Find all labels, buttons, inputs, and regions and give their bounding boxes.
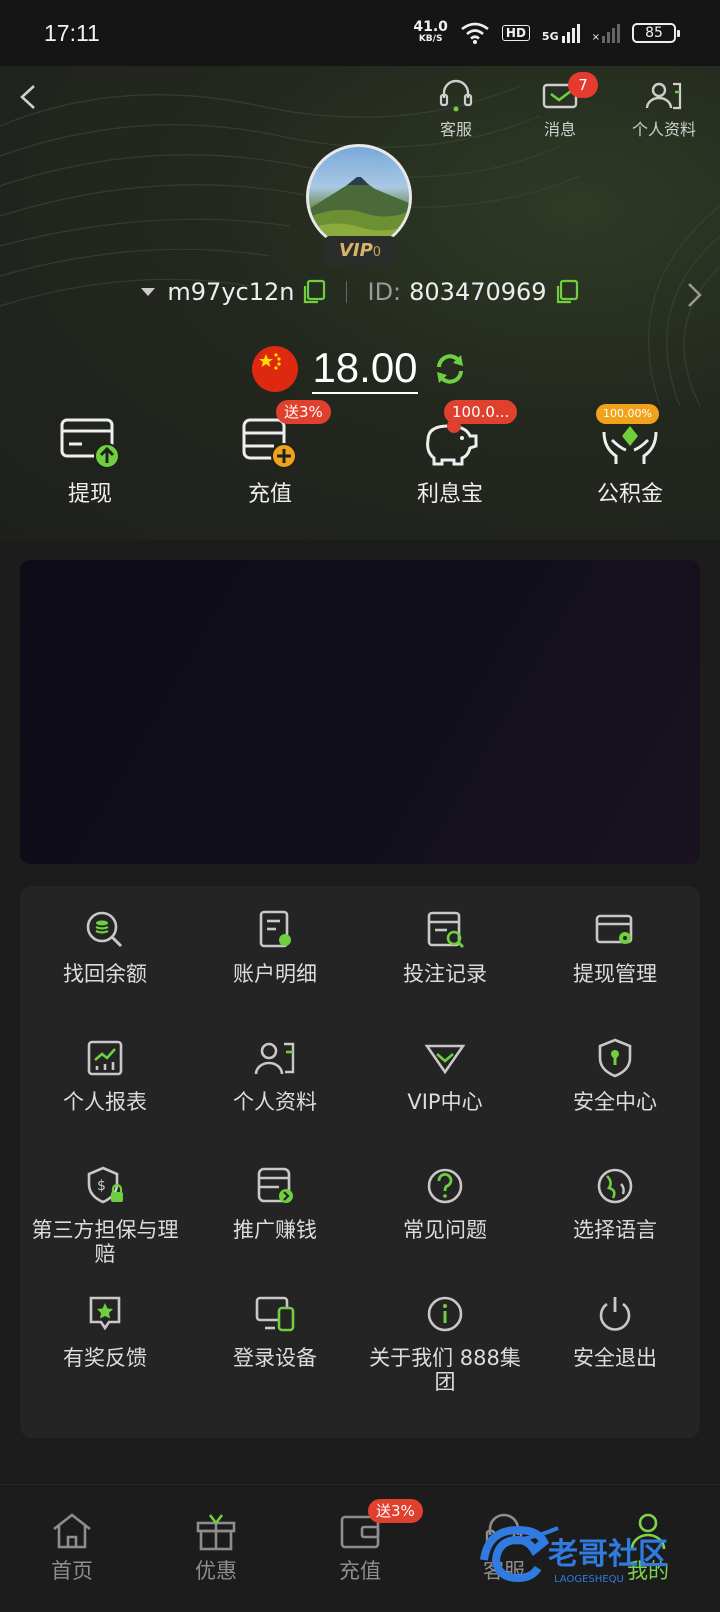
user-id: 803470969 (409, 278, 547, 306)
status-bar: 17:11 41.0 KB/S HD 5G × 85 (0, 0, 720, 66)
menu-safe-logout[interactable]: 安全退出 (530, 1292, 700, 1442)
fund-rate-badge: 100.00% (596, 404, 659, 424)
tab-promotions[interactable]: 优惠 (144, 1485, 288, 1612)
status-time: 17:11 (44, 19, 100, 46)
tab-deposit[interactable]: 送3% 充值 (288, 1485, 432, 1612)
recover-balance-icon (86, 911, 123, 948)
refresh-icon[interactable] (432, 351, 468, 387)
menu-personal-report[interactable]: 个人报表 (20, 1036, 190, 1164)
menu-recover-balance[interactable]: 找回余额 (20, 908, 190, 1036)
menu-about-us[interactable]: 关于我们 888集团 (360, 1292, 530, 1442)
avatar-image (306, 144, 412, 250)
back-button[interactable] (14, 82, 44, 112)
watermark-text: 老哥社区 (548, 1537, 668, 1572)
balance-row: 18.00 (0, 344, 720, 394)
globe-icon (597, 1168, 633, 1204)
withdraw-card-icon (60, 418, 120, 469)
username: m97yc12n (167, 278, 295, 306)
profile-icon (254, 1042, 295, 1075)
devices-icon (255, 1296, 295, 1332)
divider (346, 281, 348, 303)
customer-service-button[interactable]: 客服 (420, 78, 492, 140)
signal-5g-icon: 5G (542, 23, 580, 43)
balance-amount: 18.00 (312, 344, 418, 394)
copy-username-icon[interactable] (302, 279, 326, 305)
vip-diamond-icon (424, 1044, 466, 1075)
deposit-bonus-badge: 送3% (276, 400, 331, 424)
promote-icon (257, 1167, 293, 1203)
battery-indicator: 85 (632, 23, 680, 43)
interest-rate-badge: 100.0... (444, 400, 518, 424)
wifi-icon (461, 22, 489, 44)
power-icon (599, 1297, 631, 1331)
menu-profile[interactable]: 个人资料 (190, 1036, 360, 1164)
deposit-button[interactable]: 送3% 充值 (180, 400, 360, 508)
headset-icon (439, 79, 473, 112)
profile-button[interactable]: 个人资料 (628, 78, 700, 140)
menu-vip-center[interactable]: VIP中心 (360, 1036, 530, 1164)
header-shortcuts: 客服 7 消息 个人资料 (420, 72, 700, 140)
menu-faq[interactable]: 常见问题 (360, 1164, 530, 1292)
withdraw-button[interactable]: 提现 (0, 414, 180, 508)
messages-button[interactable]: 7 消息 (524, 72, 598, 140)
question-icon (427, 1168, 463, 1204)
message-count-badge: 7 (568, 72, 598, 98)
china-flag-icon[interactable] (252, 346, 299, 392)
feedback-star-icon (89, 1296, 121, 1331)
gift-icon (196, 1514, 236, 1551)
guarantee-shield-icon: $ (87, 1166, 123, 1204)
quick-actions: 提现 送3% 充值 100.0... 利息宝 100.00% 公积金 (0, 400, 720, 508)
menu-bet-record[interactable]: 投注记录 (360, 908, 530, 1036)
watermark-subtext: LAOGESHEQU (554, 1574, 624, 1585)
feature-menu: 找回余额 账户明细 投注记录 提现管理 个人报表 个人资料 VIP中心 安全中心… (20, 886, 700, 1438)
watermark-logo: 老哥社区 LAOGESHEQU (478, 1520, 708, 1590)
account-detail-icon (259, 910, 291, 948)
shield-icon (598, 1038, 632, 1078)
profile-header: 客服 7 消息 个人资料 VIP0 m97yc12n ID: 803470969… (0, 66, 720, 540)
net-speed: 41.0 KB/S (413, 19, 448, 44)
menu-account-detail[interactable]: 账户明细 (190, 908, 360, 1036)
provident-fund-button[interactable]: 100.00% 公积金 (540, 404, 720, 508)
tab-home[interactable]: 首页 (0, 1485, 144, 1612)
vip-level-badge: VIP0 (324, 236, 396, 266)
home-icon (53, 1513, 91, 1549)
chevron-right-icon[interactable] (684, 280, 706, 310)
menu-third-party-guarantee[interactable]: $ 第三方担保与理赔 (20, 1164, 190, 1292)
menu-withdraw-manage[interactable]: 提现管理 (530, 908, 700, 1036)
bet-record-icon (427, 911, 464, 948)
tab-deposit-badge: 送3% (368, 1499, 423, 1523)
svg-text:$: $ (97, 1178, 106, 1194)
menu-promote-earn[interactable]: 推广赚钱 (190, 1164, 360, 1292)
account-info-row: m97yc12n ID: 803470969 (0, 278, 720, 306)
hd-icon: HD (501, 25, 530, 41)
promo-banner[interactable] (20, 560, 700, 864)
signal-weak-icon: × (592, 23, 620, 43)
avatar[interactable]: VIP0 (306, 144, 412, 266)
info-icon (427, 1296, 463, 1332)
interest-treasure-button[interactable]: 100.0... 利息宝 (360, 400, 540, 508)
menu-select-language[interactable]: 选择语言 (530, 1164, 700, 1292)
withdraw-manage-icon (595, 914, 633, 944)
copy-id-icon[interactable] (555, 279, 579, 305)
id-label: ID: (367, 278, 402, 306)
caret-down-icon[interactable] (141, 288, 156, 296)
report-chart-icon (87, 1040, 123, 1076)
menu-feedback[interactable]: 有奖反馈 (20, 1292, 190, 1442)
profile-card-icon (645, 82, 682, 110)
menu-login-devices[interactable]: 登录设备 (190, 1292, 360, 1442)
menu-security-center[interactable]: 安全中心 (530, 1036, 700, 1164)
status-icons: 41.0 KB/S HD 5G × 85 (413, 19, 680, 45)
